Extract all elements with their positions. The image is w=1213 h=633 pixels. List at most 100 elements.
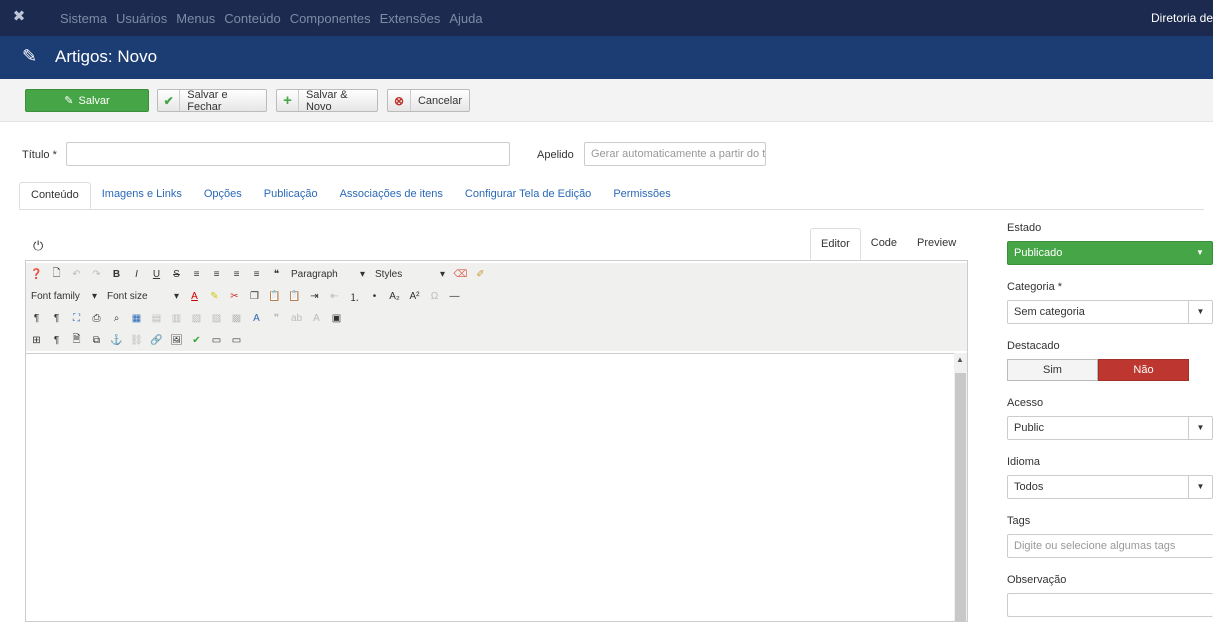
scrollbar-thumb[interactable]	[955, 373, 966, 621]
align-justify-icon[interactable]: ≡	[248, 266, 265, 283]
new-document-icon[interactable]: 🗋	[48, 266, 65, 283]
horizontal-rule-icon[interactable]: —	[446, 288, 463, 305]
paragraph-select[interactable]: Paragraph ▾	[288, 265, 368, 283]
menu-usuarios[interactable]: Usuários	[116, 11, 167, 26]
underline-icon[interactable]: U	[148, 266, 165, 283]
font-size-label: Font size	[107, 290, 148, 302]
bold-icon[interactable]: B	[108, 266, 125, 283]
spellcheck-icon[interactable]: ✔	[188, 332, 205, 349]
editor-scrollbar[interactable]: ▲	[954, 353, 967, 621]
save-new-button[interactable]: + Salvar & Novo	[276, 89, 378, 113]
tab-preview[interactable]: Preview	[907, 228, 966, 260]
power-toggle-icon[interactable]: ⏻	[33, 238, 43, 254]
undo-icon[interactable]: ↶	[68, 266, 85, 283]
editor-text-area[interactable]	[26, 353, 954, 621]
outdent-icon[interactable]: ⇤	[326, 288, 343, 305]
tab-code[interactable]: Code	[861, 228, 907, 260]
font-family-select[interactable]: Font family ▾	[28, 287, 100, 305]
table-cell-icon[interactable]: ▥	[168, 310, 185, 327]
template-icon[interactable]: ▣	[328, 310, 345, 327]
tab-conteudo[interactable]: Conteúdo	[19, 182, 91, 209]
tab-associacoes[interactable]: Associações de itens	[329, 182, 454, 209]
observacao-input[interactable]	[1007, 593, 1213, 617]
numbered-list-icon[interactable]: ⒈	[346, 288, 363, 305]
superscript-icon[interactable]: A²	[406, 288, 423, 305]
abbr-icon[interactable]: ab	[288, 310, 305, 327]
align-left-icon[interactable]: ≡	[188, 266, 205, 283]
tab-permissoes[interactable]: Permissões	[602, 182, 681, 209]
menu-extensoes[interactable]: Extensões	[380, 11, 441, 26]
idioma-select[interactable]: Todos ▼	[1007, 475, 1213, 499]
visual-aid-icon[interactable]: ⊞	[28, 332, 45, 349]
show-blocks-icon[interactable]: ¶	[48, 332, 65, 349]
tab-publicacao[interactable]: Publicação	[253, 182, 329, 209]
special-char-icon[interactable]: Ω	[426, 288, 443, 305]
tab-editor[interactable]: Editor	[810, 228, 861, 260]
paste-icon[interactable]: 📋	[266, 288, 283, 305]
bullet-list-icon[interactable]: •	[366, 288, 383, 305]
strike-del-icon[interactable]: A	[308, 310, 325, 327]
print-icon[interactable]: ⎙	[88, 310, 105, 327]
menu-conteudo[interactable]: Conteúdo	[224, 11, 280, 26]
font-size-select[interactable]: Font size ▾	[104, 287, 182, 305]
styles-select[interactable]: Styles ▾	[372, 265, 448, 283]
highlight-icon[interactable]: ✎	[206, 288, 223, 305]
indent-icon[interactable]: ⇥	[306, 288, 323, 305]
page-break-icon[interactable]: ▭	[208, 332, 225, 349]
destacado-sim-button[interactable]: Sim	[1007, 359, 1098, 381]
cut-icon[interactable]: ✂	[226, 288, 243, 305]
paste-text-icon[interactable]: 📋	[286, 288, 303, 305]
table-icon[interactable]: ▦	[128, 310, 145, 327]
anchor-icon[interactable]: ⚓	[108, 332, 125, 349]
search-replace-icon[interactable]: ⌕	[108, 310, 125, 327]
joomla-logo-icon[interactable]: ✖	[10, 8, 28, 26]
cite-icon[interactable]: ❞	[268, 310, 285, 327]
align-center-icon[interactable]: ≡	[208, 266, 225, 283]
table-delete-icon[interactable]: ▩	[228, 310, 245, 327]
save-button[interactable]: ✎ Salvar	[25, 89, 149, 112]
title-input[interactable]	[66, 142, 510, 166]
tab-configurar-tela[interactable]: Configurar Tela de Edição	[454, 182, 602, 209]
redo-icon[interactable]: ↷	[88, 266, 105, 283]
text-color-icon[interactable]: A	[186, 288, 203, 305]
tags-input[interactable]: Digite ou selecione algumas tags	[1007, 534, 1213, 558]
table-merge-icon[interactable]: ▧	[188, 310, 205, 327]
menu-componentes[interactable]: Componentes	[290, 11, 371, 26]
plus-icon: +	[277, 90, 299, 111]
save-close-button[interactable]: ✔ Salvar e Fechar	[157, 89, 267, 113]
cancel-button[interactable]: ⊗ Cancelar	[387, 89, 470, 112]
categoria-select[interactable]: Sem categoria ▼	[1007, 300, 1213, 324]
style-icon[interactable]: A	[248, 310, 265, 327]
menu-ajuda[interactable]: Ajuda	[449, 11, 482, 26]
fullscreen-icon[interactable]: ⛶	[68, 310, 85, 327]
subscript-icon[interactable]: A₂	[386, 288, 403, 305]
blockquote-icon[interactable]: ❝	[268, 266, 285, 283]
image-icon[interactable]: 🖼	[168, 332, 185, 349]
clean-icon[interactable]: ✐	[472, 266, 489, 283]
destacado-nao-button[interactable]: Não	[1098, 359, 1189, 381]
alias-input[interactable]: Gerar automaticamente a partir do t	[584, 142, 766, 166]
layer-icon[interactable]: ⧉	[88, 332, 105, 349]
acesso-select[interactable]: Public ▼	[1007, 416, 1213, 440]
insert-file-icon[interactable]: 🗎	[68, 332, 85, 349]
table-row-icon[interactable]: ▤	[148, 310, 165, 327]
link-icon[interactable]: 🔗	[148, 332, 165, 349]
help-icon[interactable]: ❓	[28, 266, 45, 283]
rtl-icon[interactable]: ¶	[48, 310, 65, 327]
unlink-icon[interactable]: ⛓	[128, 332, 145, 349]
tab-imagens-links[interactable]: Imagens e Links	[91, 182, 193, 209]
strikethrough-icon[interactable]: S	[168, 266, 185, 283]
align-right-icon[interactable]: ≡	[228, 266, 245, 283]
menu-menus[interactable]: Menus	[176, 11, 215, 26]
italic-icon[interactable]: I	[128, 266, 145, 283]
copy-icon[interactable]: ❐	[246, 288, 263, 305]
tab-opcoes[interactable]: Opções	[193, 182, 253, 209]
eraser-icon[interactable]: ⌫	[452, 266, 469, 283]
scroll-up-icon[interactable]: ▲	[956, 355, 964, 364]
estado-select[interactable]: Publicado ▼	[1007, 241, 1213, 265]
table-split-icon[interactable]: ▨	[208, 310, 225, 327]
site-link[interactable]: Diretoria de	[1151, 0, 1213, 36]
menu-sistema[interactable]: Sistema	[60, 11, 107, 26]
ltr-icon[interactable]: ¶	[28, 310, 45, 327]
read-more-icon[interactable]: ▭	[228, 332, 245, 349]
